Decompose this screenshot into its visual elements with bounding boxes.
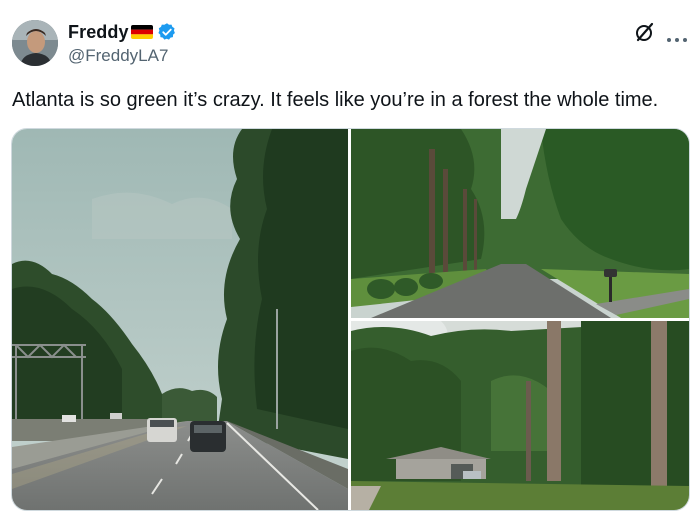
photo-highway[interactable]	[12, 129, 348, 510]
tweet[interactable]: Freddy @FreddyLA7 Atlanta is so green it…	[0, 0, 700, 519]
tweet-text: Atlanta is so green it’s crazy. It feels…	[12, 89, 659, 111]
media-grid	[11, 128, 690, 511]
photo-residential-road[interactable]	[351, 129, 689, 318]
photo-house-in-trees[interactable]	[351, 321, 689, 510]
author-display-name[interactable]: Freddy	[68, 22, 129, 43]
verified-badge-icon[interactable]	[157, 22, 177, 42]
author-handle[interactable]: @FreddyLA7	[68, 46, 168, 66]
grok-icon[interactable]	[633, 20, 657, 44]
germany-flag-icon	[130, 25, 153, 39]
avatar[interactable]	[12, 20, 58, 66]
author-name-row[interactable]: Freddy	[68, 20, 177, 44]
more-options-icon[interactable]	[666, 30, 688, 42]
